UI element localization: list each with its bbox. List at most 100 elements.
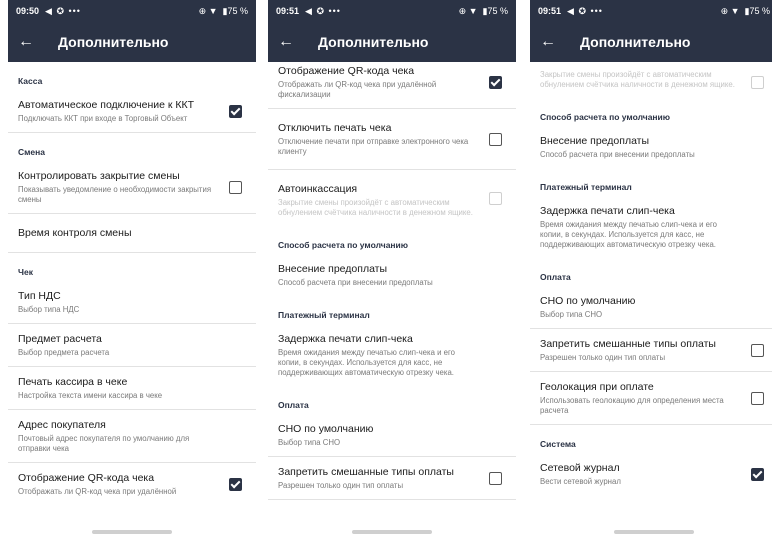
page-title: Дополнительно xyxy=(58,34,169,50)
status-bar: 09:51 ◀ ✪ ••• ⊕ ▼ ▮75 % xyxy=(530,0,772,22)
battery-icon: ▮75 % xyxy=(744,5,770,16)
section-header-oplata: Оплата xyxy=(540,272,571,282)
setting-prepayment[interactable]: Внесение предоплаты Способ расчета при в… xyxy=(530,126,772,168)
setting-subtitle: Отключение печати при отправке электронн… xyxy=(278,137,469,156)
signal-icon: ⊕ ▼ xyxy=(198,5,218,16)
setting-control-shift-close[interactable]: Контролировать закрытие смены Показывать… xyxy=(8,161,256,214)
setting-title: Автоинкассация xyxy=(278,183,358,195)
setting-cashier-print[interactable]: Печать кассира в чеке Настройка текста и… xyxy=(8,367,256,410)
setting-prepayment[interactable]: Внесение предоплаты Способ расчета при в… xyxy=(268,254,516,296)
notification-icons: ◀ ✪ ••• xyxy=(567,5,603,16)
setting-title: Внесение предоплаты xyxy=(540,135,650,147)
setting-title: Внесение предоплаты xyxy=(278,263,388,275)
setting-slip-delay[interactable]: Задержка печати слип-чека Время ожидания… xyxy=(530,196,772,258)
notification-icons: ◀ ✪ ••• xyxy=(305,5,341,16)
section-header-chek: Чек xyxy=(18,267,33,277)
status-time: 09:51 xyxy=(276,6,300,16)
setting-title: СНО по умолчанию xyxy=(540,295,636,307)
settings-list[interactable]: Закрытие смены произойдёт с автоматическ… xyxy=(530,62,772,534)
status-bar: 09:51 ◀ ✪ ••• ⊕ ▼ ▮75 % xyxy=(268,0,516,22)
phone-screen-1: 09:50 ◀ ✪ ••• ⊕ ▼ ▮75 % ← Дополнительно … xyxy=(8,0,256,534)
setting-title: Печать кассира в чеке xyxy=(18,376,128,388)
setting-title: Задержка печати слип-чека xyxy=(540,205,675,217)
setting-subtitle: Закрытие смены произойдёт с автоматическ… xyxy=(540,70,735,89)
checkbox-autoinkassation[interactable] xyxy=(751,76,764,89)
setting-subtitle: Время ожидания между печатью слип-чека и… xyxy=(540,220,717,249)
status-bar: 09:50 ◀ ✪ ••• ⊕ ▼ ▮75 % xyxy=(8,0,256,22)
phone-screen-2: 09:51 ◀ ✪ ••• ⊕ ▼ ▮75 % ← Дополнительно … xyxy=(268,0,516,534)
status-time: 09:51 xyxy=(538,6,562,16)
page-title: Дополнительно xyxy=(580,34,691,50)
nav-handle xyxy=(614,530,694,534)
setting-subtitle: Выбор типа СНО xyxy=(540,310,603,319)
setting-subtitle: Выбор типа НДС xyxy=(18,305,80,314)
setting-subtitle: Отображать ли QR-код чека при удалённой xyxy=(18,487,177,496)
back-arrow-icon[interactable]: ← xyxy=(540,33,564,51)
section-header-payment-method: Способ расчета по умолчанию xyxy=(278,240,409,250)
setting-qr-display[interactable]: Отображение QR-кода чека Отображать ли Q… xyxy=(268,62,516,109)
section-header-kassa: Касса xyxy=(18,76,43,86)
checkbox-autoinkassation[interactable] xyxy=(489,192,502,205)
checkbox-auto-connect-kkt[interactable] xyxy=(229,105,242,118)
checkbox-geolocation[interactable] xyxy=(751,392,764,405)
setting-autoinkassation[interactable]: Автоинкассация Закрытие смены произойдёт… xyxy=(268,170,516,226)
setting-title: Задержка печати слип-чека xyxy=(278,333,413,345)
checkbox-qr-display[interactable] xyxy=(229,478,242,491)
setting-subtitle: Способ расчета при внесении предоплаты xyxy=(540,150,695,159)
setting-forbid-mixed-payments[interactable]: Запретить смешанные типы оплаты Разрешен… xyxy=(530,329,772,372)
setting-shift-control-time[interactable]: Время контроля смены xyxy=(8,214,256,253)
section-header-smena: Смена xyxy=(18,147,46,157)
setting-title: Контролировать закрытие смены xyxy=(18,170,180,182)
setting-default-sno[interactable]: СНО по умолчанию Выбор типа СНО xyxy=(530,286,772,329)
section-header-oplata: Оплата xyxy=(278,400,309,410)
setting-title: Отображение QR-кода чека xyxy=(18,472,155,484)
settings-list[interactable]: Касса Автоматическое подключение к ККТ П… xyxy=(8,62,256,534)
notification-icons: ◀ ✪ ••• xyxy=(45,5,81,16)
signal-icon: ⊕ ▼ xyxy=(720,5,740,16)
setting-autoinkassation[interactable]: Закрытие смены произойдёт с автоматическ… xyxy=(530,66,772,98)
setting-geolocation[interactable]: Геолокация при оплате Использовать геоло… xyxy=(530,372,772,425)
setting-subtitle: Выбор предмета расчета xyxy=(18,348,110,357)
status-time: 09:50 xyxy=(16,6,40,16)
checkbox-network-log[interactable] xyxy=(751,468,764,481)
setting-title: СНО по умолчанию xyxy=(278,423,374,435)
section-header-terminal: Платежный терминал xyxy=(278,310,370,320)
checkbox-control-shift-close[interactable] xyxy=(229,181,242,194)
setting-disable-print[interactable]: Отключить печать чека Отключение печати … xyxy=(268,109,516,170)
setting-title: Автоматическое подключение к ККТ xyxy=(18,99,195,111)
app-bar: ← Дополнительно xyxy=(268,22,516,62)
setting-default-sno[interactable]: СНО по умолчанию Выбор типа СНО xyxy=(268,414,516,457)
setting-title: Запретить смешанные типы оплаты xyxy=(278,466,454,478)
app-bar: ← Дополнительно xyxy=(530,22,772,62)
setting-title: Тип НДС xyxy=(18,290,61,302)
setting-subtitle: Закрытие смены произойдёт с автоматическ… xyxy=(278,198,473,217)
checkbox-disable-print[interactable] xyxy=(489,133,502,146)
setting-network-log[interactable]: Сетевой журнал Вести сетевой журнал xyxy=(530,453,772,495)
checkbox-forbid-mixed-payments[interactable] xyxy=(751,344,764,357)
checkbox-qr-display[interactable] xyxy=(489,76,502,89)
settings-list[interactable]: Отображение QR-кода чека Отображать ли Q… xyxy=(268,62,516,534)
setting-buyer-address[interactable]: Адрес покупателя Почтовый адрес покупате… xyxy=(8,410,256,463)
setting-title: Отключить печать чека xyxy=(278,122,392,134)
setting-auto-connect-kkt[interactable]: Автоматическое подключение к ККТ Подключ… xyxy=(8,90,256,133)
setting-subtitle: Отображать ли QR-код чека при удалённой … xyxy=(278,80,437,99)
setting-subtitle: Показывать уведомление о необходимости з… xyxy=(18,185,212,204)
back-arrow-icon[interactable]: ← xyxy=(278,33,302,51)
setting-forbid-mixed-payments[interactable]: Запретить смешанные типы оплаты Разрешен… xyxy=(268,457,516,500)
back-arrow-icon[interactable]: ← xyxy=(18,33,42,51)
app-bar: ← Дополнительно xyxy=(8,22,256,62)
setting-title: Запретить смешанные типы оплаты xyxy=(540,338,716,350)
setting-subtitle: Использовать геолокацию для определения … xyxy=(540,396,724,415)
setting-title: Предмет расчета xyxy=(18,333,102,345)
setting-payment-subject[interactable]: Предмет расчета Выбор предмета расчета xyxy=(8,324,256,367)
setting-title: Геолокация при оплате xyxy=(540,381,654,393)
section-header-system: Система xyxy=(540,439,576,449)
setting-subtitle: Подключать ККТ при входе в Торговый Объе… xyxy=(18,114,188,123)
setting-subtitle: Почтовый адрес покупателя по умолчанию д… xyxy=(18,434,190,453)
checkbox-forbid-mixed-payments[interactable] xyxy=(489,472,502,485)
setting-qr-display[interactable]: Отображение QR-кода чека Отображать ли Q… xyxy=(8,463,256,505)
setting-subtitle: Вести сетевой журнал xyxy=(540,477,621,486)
setting-title: Время контроля смены xyxy=(18,227,132,239)
setting-vat-type[interactable]: Тип НДС Выбор типа НДС xyxy=(8,281,256,324)
setting-slip-delay[interactable]: Задержка печати слип-чека Время ожидания… xyxy=(268,324,516,386)
